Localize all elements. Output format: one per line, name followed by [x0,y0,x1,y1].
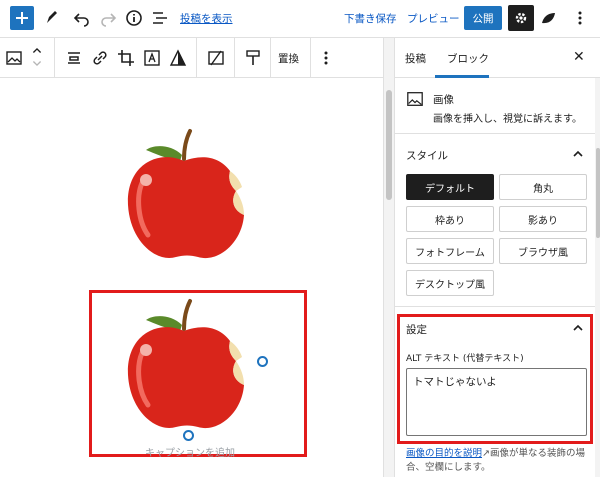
selected-image-highlight [89,290,307,457]
block-title: 画像 [433,94,454,106]
sidebar-tabs: 投稿 ブロック ✕ [395,38,600,78]
move-block-button[interactable] [28,44,46,70]
block-options-button[interactable] [316,48,336,68]
alt-text-label: ALT テキスト (代替テキスト) [406,354,524,364]
format-tool-button[interactable] [243,48,263,68]
resize-handle-bottom[interactable] [183,430,194,441]
block-card: 画像 画像を挿入し、視覚に訴えます。 [395,78,595,134]
resize-handle-right[interactable] [257,356,268,367]
gear-icon [515,12,527,24]
crop-icon [118,50,134,66]
alt-text-help: 画像の目的を説明↗画像が単なる装飾の場合、空欄にします。 [406,447,591,475]
toolbar-divider [310,38,311,78]
close-sidebar-button[interactable]: ✕ [573,49,585,65]
block-toolbar: 置換 [0,38,383,78]
view-post-link[interactable]: 投稿を表示 [180,11,233,26]
leaf-icon [542,13,555,24]
duotone-button[interactable] [168,48,188,68]
settings-toggle-button[interactable] [508,5,534,31]
style-option-shadow[interactable]: 影あり [499,206,587,232]
styles-section-title[interactable]: スタイル [406,148,448,163]
block-description: 画像を挿入し、視覚に訴えます。 [433,114,582,125]
plus-icon [16,12,28,24]
save-draft-button[interactable]: 下書き保存 [344,11,397,26]
text-image-icon [144,50,160,66]
settings-section-title[interactable]: 設定 [406,322,427,337]
link-icon [93,51,107,65]
style-option-desktop[interactable]: デスクトップ風 [406,270,494,296]
crop-button[interactable] [116,48,136,68]
insert-link-button[interactable] [90,48,110,68]
describe-purpose-link[interactable]: 画像の目的を説明 [406,448,482,459]
list-view-icon [153,12,167,24]
upload-external-image-button[interactable] [206,48,226,68]
tab-block[interactable]: ブロック [447,51,489,66]
toolbar-divider [234,38,235,78]
redo-icon [101,13,117,27]
toolbar-divider [54,38,55,78]
undo-button[interactable] [72,8,92,28]
section-divider [395,306,595,307]
chevron-up-icon[interactable] [573,323,583,333]
undo-icon [73,13,89,27]
style-option-photo-frame[interactable]: フォトフレーム [406,238,494,264]
block-type-button[interactable] [4,48,24,68]
image-upload-icon [208,50,224,66]
sidebar-scrollbar[interactable] [595,78,600,477]
text-over-image-button[interactable] [142,48,162,68]
publish-button[interactable]: 公開 [464,6,502,30]
align-center-icon [68,52,80,64]
style-option-default[interactable]: デフォルト [406,174,494,200]
preview-button[interactable]: プレビュー [407,11,460,26]
image-icon [407,92,423,106]
editor-top-bar: 投稿を表示 下書き保存 プレビュー 公開 [0,0,600,38]
sidebar-scrollbar-thumb[interactable] [596,148,600,238]
redo-button[interactable] [98,8,118,28]
align-button[interactable] [64,48,84,68]
plugin-button[interactable] [538,8,558,28]
replace-button[interactable]: 置換 [278,51,299,66]
edit-tool-button[interactable] [42,8,62,28]
add-block-button[interactable] [10,6,34,30]
chevron-up-down-icon [32,47,42,67]
style-option-browser[interactable]: ブラウザ風 [499,238,587,264]
options-menu-button[interactable] [570,8,590,28]
apple-image[interactable] [118,125,258,265]
chevron-up-icon[interactable] [573,149,583,159]
details-button[interactable] [124,8,144,28]
image-icon [6,51,22,65]
alt-text-input[interactable]: トマトじゃないよ [406,368,587,436]
pencil-icon [47,11,57,23]
tab-post[interactable]: 投稿 [405,51,426,66]
more-vertical-icon [324,51,328,65]
info-icon [126,10,142,26]
paint-roller-icon [246,50,260,65]
canvas-scrollbar-thumb[interactable] [386,90,392,200]
more-vertical-icon [578,11,582,25]
caption-placeholder[interactable]: キャプションを追加 [145,444,235,459]
list-view-button[interactable] [150,8,170,28]
toolbar-divider [196,38,197,78]
toolbar-divider [270,38,271,78]
style-option-border[interactable]: 枠あり [406,206,494,232]
style-option-rounded[interactable]: 角丸 [499,174,587,200]
canvas-scrollbar[interactable] [383,38,394,477]
settings-sidebar: 投稿 ブロック ✕ 画像 画像を挿入し、視覚に訴えます。 スタイル デフォルト … [394,38,600,477]
duotone-icon [169,49,187,66]
external-link-icon: ↗ [482,448,490,459]
